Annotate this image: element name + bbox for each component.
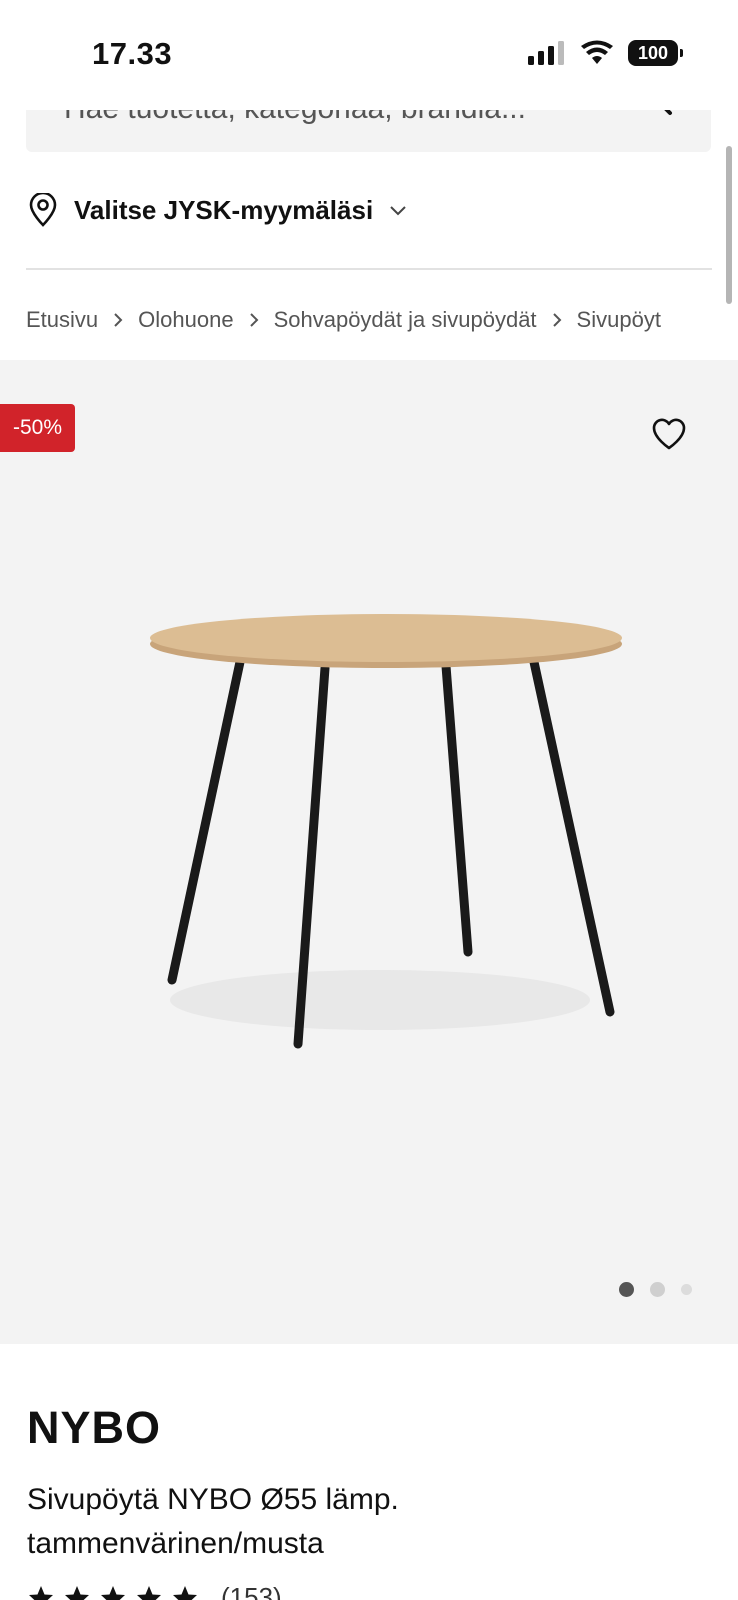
star-icon (173, 1585, 197, 1600)
wifi-icon (581, 40, 613, 64)
product-image (150, 614, 622, 1049)
store-selector[interactable]: Valitse JYSK-myymäläsi (28, 188, 407, 232)
pagination-dot-active[interactable] (619, 1282, 634, 1297)
status-bar: 17.33 100 (0, 0, 738, 110)
star-icon (137, 1585, 161, 1600)
product-description: Sivupöytä NYBO Ø55 lämp. tammenvärinen/m… (27, 1478, 627, 1566)
scrollbar[interactable] (726, 146, 732, 304)
heart-icon[interactable] (650, 415, 688, 453)
product-rating[interactable]: (153) (27, 1582, 282, 1600)
battery-icon: 100 (628, 40, 683, 66)
breadcrumb-item-etusivu[interactable]: Etusivu (26, 307, 98, 333)
chevron-right-icon (551, 312, 563, 328)
chevron-right-icon (112, 312, 124, 328)
chevron-right-icon (248, 312, 260, 328)
pagination-dot[interactable] (681, 1284, 692, 1295)
chevron-down-icon (390, 206, 406, 216)
status-time: 17.33 (92, 36, 173, 71)
product-description-line: tammenvärinen/musta (27, 1527, 324, 1560)
star-icon (29, 1585, 53, 1600)
product-description-line: Sivupöytä NYBO Ø55 lämp. (27, 1483, 399, 1516)
location-pin-icon (29, 193, 57, 227)
breadcrumb-item-sohvapoydat[interactable]: Sohvapöydät ja sivupöydät (274, 307, 537, 333)
product-title: NYBO (27, 1402, 162, 1453)
product-image-gallery[interactable]: -50% (0, 360, 738, 1344)
star-icon (101, 1585, 125, 1600)
store-selector-label: Valitse JYSK-myymäläsi (74, 194, 374, 225)
divider (26, 268, 712, 270)
discount-badge: -50% (0, 404, 75, 452)
breadcrumb-item-sivupoydat[interactable]: Sivupöyt (577, 307, 661, 333)
breadcrumb: Etusivu Olohuone Sohvapöydät ja sivupöyd… (26, 300, 716, 340)
status-icons: 100 (528, 40, 683, 66)
breadcrumb-item-olohuone[interactable]: Olohuone (138, 307, 233, 333)
signal-icon (528, 41, 564, 65)
rating-count: (153) (221, 1582, 282, 1600)
star-icon (65, 1585, 89, 1600)
pagination-dot[interactable] (650, 1282, 665, 1297)
image-pagination[interactable] (619, 1282, 692, 1297)
